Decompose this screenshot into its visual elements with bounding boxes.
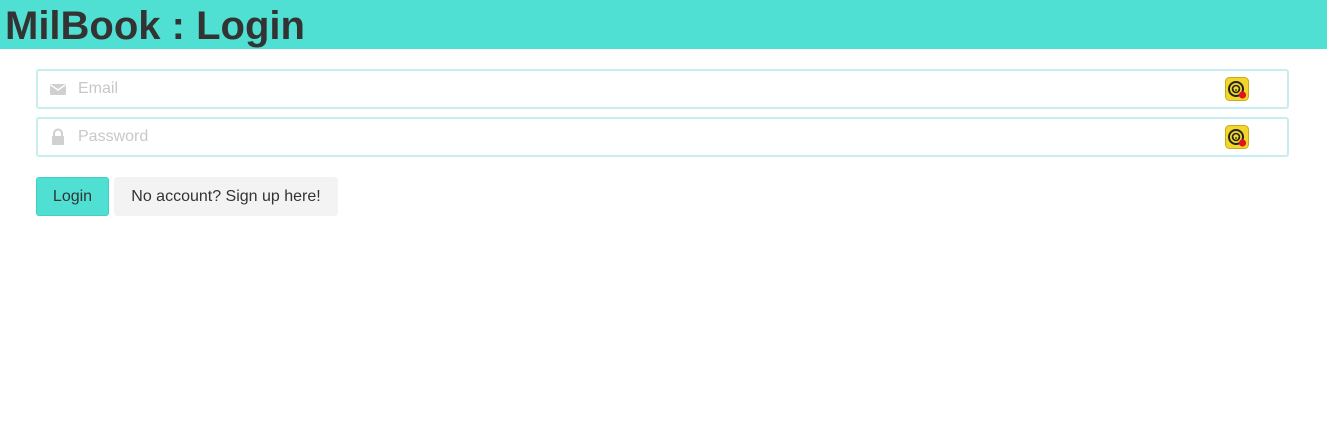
envelope-icon: [49, 80, 67, 98]
password-input[interactable]: [78, 119, 1218, 155]
login-button[interactable]: Login: [36, 177, 109, 216]
lock-icon: [49, 128, 67, 146]
password-manager-extension-icon[interactable]: [1225, 125, 1249, 149]
email-input[interactable]: [78, 71, 1218, 107]
password-field-container: [36, 117, 1289, 157]
password-manager-extension-icon[interactable]: [1225, 77, 1249, 101]
header-bar: MilBook : Login: [0, 0, 1327, 49]
page-title: MilBook : Login: [5, 4, 305, 48]
email-field-container: [36, 69, 1289, 109]
signup-button[interactable]: No account? Sign up here!: [114, 177, 338, 216]
